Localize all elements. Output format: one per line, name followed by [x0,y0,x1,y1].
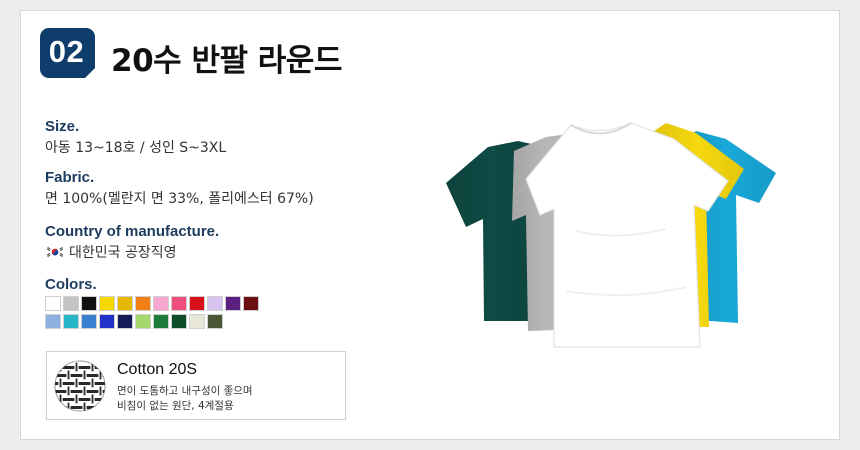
spec-country: Country of manufacture. 대한민국 공장직영 [45,223,219,263]
spec-size-value: 아동 13~18호 / 성인 S~3XL [45,140,227,156]
color-swatch [153,314,169,329]
spec-fabric-label: Fabric. [45,169,95,186]
color-swatch [63,296,79,311]
color-swatch [99,296,115,311]
color-swatch [207,314,223,329]
color-swatch [99,314,115,329]
korea-flag-icon [45,245,65,259]
swatch-row-2 [45,314,265,329]
cotton-desc-line2: 비침이 없는 원단, 4계절용 [117,400,234,412]
spec-country-value: 대한민국 공장직영 [69,245,177,261]
color-swatch [135,296,151,311]
color-swatch [81,296,97,311]
spec-country-value-row: 대한민국 공장직영 [45,243,219,263]
spec-colors: Colors. [45,276,97,294]
cotton-title: Cotton 20S [117,361,198,378]
color-swatch [171,314,187,329]
number-badge: 02 [40,28,96,79]
product-title: 20수 반팔 라운드 [111,43,342,79]
color-swatch [117,314,133,329]
spec-country-label: Country of manufacture. [45,223,220,240]
product-card: 02 20수 반팔 라운드 Size. 아동 13~18호 / 성인 S~3XL… [20,10,840,440]
color-swatch [45,296,61,311]
swatch-row-1 [45,296,265,311]
color-swatch [63,314,79,329]
color-swatch [171,296,187,311]
cotton-info-box: Cotton 20S 면이 도톰하고 내구성이 좋으며 비침이 없는 원단, 4… [46,351,346,420]
cotton-desc-line1: 면이 도톰하고 내구성이 좋으며 [117,385,253,397]
woven-fabric-icon [54,360,106,412]
spec-fabric-value: 면 100%(멜란지 면 33%, 폴리에스터 67%) [45,191,314,207]
tshirt-stack-image [446,122,776,348]
color-swatch [45,314,61,329]
color-swatch [135,314,151,329]
color-swatch [189,314,205,329]
color-swatch [207,296,223,311]
spec-colors-label: Colors. [45,276,97,293]
spec-size: Size. 아동 13~18호 / 성인 S~3XL [45,118,226,158]
color-swatch [243,296,259,311]
spec-size-label: Size. [45,118,80,135]
color-swatch [153,296,169,311]
color-swatch [117,296,133,311]
color-swatch [81,314,97,329]
badge-number: 02 [48,34,85,69]
color-swatches [45,296,265,332]
color-swatch [225,296,241,311]
spec-fabric: Fabric. 면 100%(멜란지 면 33%, 폴리에스터 67%) [45,169,314,209]
color-swatch [189,296,205,311]
cotton-description: 면이 도톰하고 내구성이 좋으며 비침이 없는 원단, 4계절용 [117,384,253,414]
